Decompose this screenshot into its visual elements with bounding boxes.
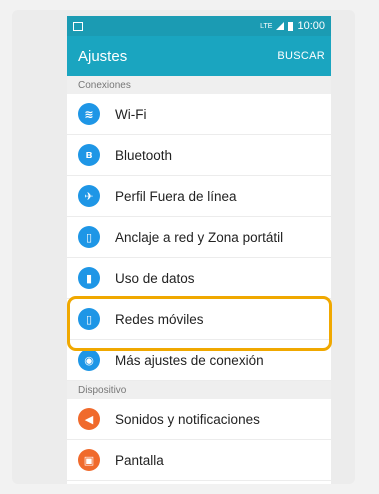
- item-label: Sonidos y notificaciones: [115, 411, 260, 427]
- data-usage-icon: ▮: [78, 267, 100, 289]
- settings-item-mobile-networks[interactable]: ▯ Redes móviles: [67, 299, 331, 340]
- settings-item-wifi[interactable]: ≋ Wi-Fi: [67, 94, 331, 135]
- airplane-icon: ✈: [78, 185, 100, 207]
- sound-icon: ◀: [78, 408, 100, 430]
- network-type: LTE: [260, 22, 273, 30]
- app-bar: Ajustes BUSCAR: [67, 36, 331, 76]
- item-label: Anclaje a red y Zona portátil: [115, 229, 284, 245]
- clock: 10:00: [297, 20, 325, 32]
- page-title: Ajustes: [78, 47, 128, 65]
- item-label: Redes móviles: [115, 311, 204, 327]
- phone-screen: LTE 10:00 Ajustes BUSCAR Conexiones ≋ Wi…: [67, 16, 331, 484]
- item-label: Más ajustes de conexión: [115, 352, 264, 368]
- settings-item-airplane-mode[interactable]: ✈ Perfil Fuera de línea: [67, 176, 331, 217]
- mobile-networks-icon: ▯: [78, 308, 100, 330]
- settings-item-more-connection[interactable]: ◉ Más ajustes de conexión: [67, 340, 331, 381]
- tethering-icon: ▯: [78, 226, 100, 248]
- bluetooth-icon: ʙ: [78, 144, 100, 166]
- section-header: Conexiones: [67, 76, 331, 94]
- settings-item-data-usage[interactable]: ▮ Uso de datos: [67, 258, 331, 299]
- item-label: Pantalla: [115, 452, 164, 468]
- signal-icon: [276, 22, 285, 30]
- section-dispositivo: Dispositivo ◀ Sonidos y notificaciones ▣…: [67, 381, 331, 481]
- settings-item-display[interactable]: ▣ Pantalla: [67, 440, 331, 481]
- settings-item-tethering[interactable]: ▯ Anclaje a red y Zona portátil: [67, 217, 331, 258]
- gallery-notification-icon: [73, 21, 83, 31]
- status-bar: LTE 10:00: [67, 16, 331, 36]
- section-header: Dispositivo: [67, 381, 331, 399]
- settings-item-sounds[interactable]: ◀ Sonidos y notificaciones: [67, 399, 331, 440]
- settings-item-bluetooth[interactable]: ʙ Bluetooth: [67, 135, 331, 176]
- item-label: Uso de datos: [115, 270, 195, 286]
- section-conexiones: Conexiones ≋ Wi-Fi ʙ Bluetooth ✈ Perfil …: [67, 76, 331, 381]
- item-label: Wi-Fi: [115, 106, 147, 122]
- item-label: Bluetooth: [115, 147, 173, 163]
- search-button[interactable]: BUSCAR: [277, 50, 325, 62]
- battery-icon: [288, 21, 294, 31]
- more-connection-icon: ◉: [78, 349, 100, 371]
- wifi-icon: ≋: [78, 103, 100, 125]
- display-icon: ▣: [78, 449, 100, 471]
- item-label: Perfil Fuera de línea: [115, 188, 237, 204]
